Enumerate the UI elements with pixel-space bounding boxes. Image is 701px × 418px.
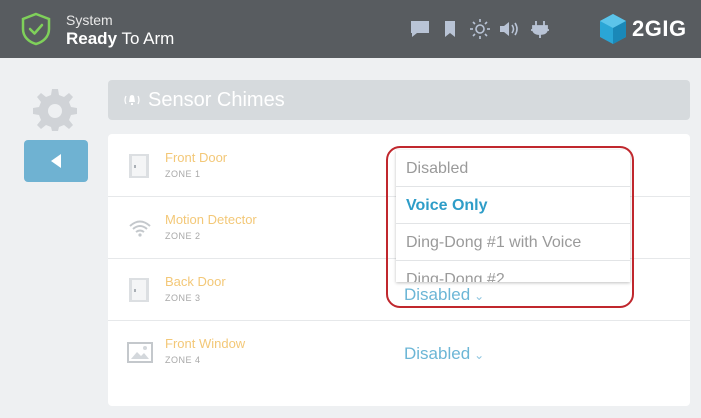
system-label: System bbox=[66, 12, 113, 28]
back-arrow-icon bbox=[51, 154, 61, 168]
highlight-annotation bbox=[386, 146, 634, 308]
window-icon bbox=[127, 342, 153, 363]
sensor-name: Front Door bbox=[165, 150, 228, 165]
brightness-icon[interactable] bbox=[468, 18, 492, 40]
gear-icon[interactable] bbox=[32, 86, 78, 132]
cube-logo-icon bbox=[600, 14, 626, 44]
sensor-zone: ZONE 1 bbox=[165, 169, 201, 179]
message-icon[interactable] bbox=[408, 18, 432, 40]
door-icon bbox=[129, 154, 149, 178]
status-bar: System Ready To Arm 2GIG bbox=[0, 0, 701, 58]
bookmark-icon[interactable] bbox=[438, 18, 462, 40]
sensor-zone: ZONE 3 bbox=[165, 293, 201, 303]
sensor-zone: ZONE 4 bbox=[165, 355, 201, 365]
wifi-motion-icon bbox=[129, 220, 151, 237]
page-title: Sensor Chimes bbox=[148, 89, 285, 111]
sensor-name: Back Door bbox=[165, 274, 226, 289]
list-item[interactable]: Front Window ZONE 4 Disabled ⌄ bbox=[108, 320, 690, 382]
back-button[interactable] bbox=[24, 140, 88, 182]
brand-name: 2GIG bbox=[632, 16, 687, 41]
sensor-zone: ZONE 2 bbox=[165, 231, 201, 241]
page-header: Sensor Chimes bbox=[108, 80, 690, 120]
sensor-name: Front Window bbox=[165, 336, 246, 351]
door-icon bbox=[129, 278, 149, 302]
shield-check-icon bbox=[21, 12, 51, 46]
volume-icon[interactable] bbox=[498, 18, 522, 40]
chime-icon bbox=[124, 95, 140, 105]
sensor-name: Motion Detector bbox=[165, 212, 257, 227]
chevron-down-icon: ⌄ bbox=[474, 348, 485, 362]
power-plug-icon[interactable] bbox=[528, 18, 552, 40]
chime-select[interactable]: Disabled ⌄ bbox=[404, 344, 484, 364]
brand-logo: 2GIG bbox=[598, 12, 687, 46]
system-status: Ready To Arm bbox=[66, 29, 175, 48]
